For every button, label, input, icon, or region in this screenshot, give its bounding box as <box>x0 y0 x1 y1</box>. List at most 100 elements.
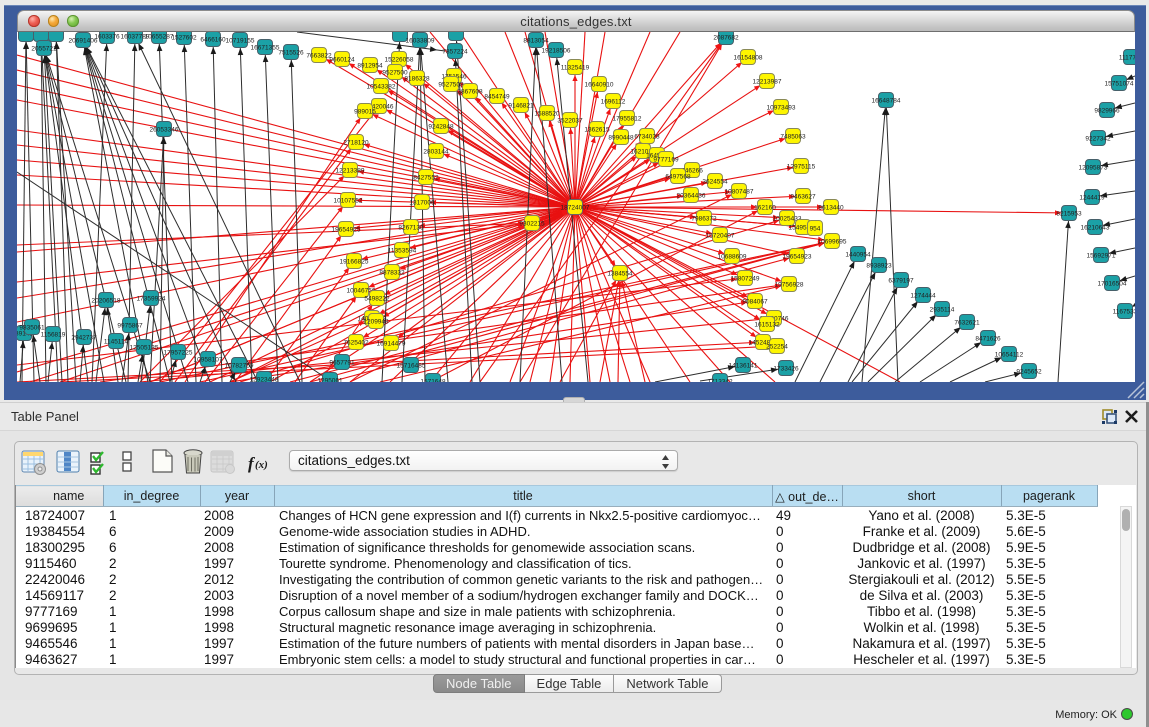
svg-text:12095873: 12095873 <box>1079 165 1108 172</box>
svg-text:17957225: 17957225 <box>164 350 193 357</box>
svg-text:1571648: 1571648 <box>420 379 446 383</box>
svg-text:6466160: 6466160 <box>200 37 226 44</box>
svg-text:6734028: 6734028 <box>634 134 660 141</box>
svg-text:11353594: 11353594 <box>388 248 417 255</box>
svg-text:2942737: 2942737 <box>71 335 97 342</box>
svg-text:9777169: 9777169 <box>653 157 679 164</box>
svg-text:252254: 252254 <box>766 344 788 351</box>
svg-text:1527602: 1527602 <box>171 35 197 42</box>
svg-text:1733426: 1733426 <box>773 366 799 373</box>
svg-text:8267130: 8267130 <box>398 225 424 232</box>
svg-text:9829966: 9829966 <box>1094 108 1120 115</box>
svg-text:10688609: 10688609 <box>718 254 747 261</box>
svg-text:12213987: 12213987 <box>753 79 782 86</box>
svg-text:10107552: 10107552 <box>334 198 363 205</box>
svg-text:16210643: 16210643 <box>1081 225 1110 232</box>
svg-text:7625402: 7625402 <box>343 340 369 347</box>
svg-text:20364436: 20364436 <box>677 193 706 200</box>
svg-text:1156819: 1156819 <box>41 332 66 339</box>
svg-text:17016504: 17016504 <box>1098 281 1127 288</box>
svg-text:15807249: 15807249 <box>731 276 760 283</box>
svg-text:2087682: 2087682 <box>713 35 739 42</box>
svg-text:8454749: 8454749 <box>484 94 510 101</box>
svg-text:19654923: 19654923 <box>783 254 812 261</box>
svg-text:15751074: 15751074 <box>1105 81 1134 88</box>
svg-text:16914479: 16914479 <box>377 341 406 348</box>
svg-text:10654112: 10654112 <box>995 352 1024 359</box>
svg-text:6497568: 6497568 <box>665 174 691 181</box>
svg-text:1603376: 1603376 <box>94 34 120 41</box>
svg-text:12923448: 12923448 <box>250 377 279 383</box>
svg-text:3522037: 3522037 <box>557 118 583 125</box>
svg-text:1713342: 1713342 <box>707 379 733 383</box>
svg-text:15692971: 15692971 <box>1087 253 1116 260</box>
svg-text:10655287: 10655287 <box>145 34 174 41</box>
svg-text:8912954: 8912954 <box>357 63 383 70</box>
svg-text:2935114: 2935114 <box>930 307 955 314</box>
svg-text:15226058: 15226058 <box>385 57 414 64</box>
svg-text:9084067: 9084067 <box>742 299 768 306</box>
svg-text:8471626: 8471626 <box>975 336 1001 343</box>
svg-text:9146821: 9146821 <box>508 103 534 110</box>
svg-text:989015: 989015 <box>354 109 376 116</box>
svg-text:9227342: 9227342 <box>1085 136 1111 143</box>
svg-text:8813054: 8813054 <box>523 38 549 45</box>
svg-text:8427552: 8427552 <box>413 175 439 182</box>
svg-text:15716485: 15716485 <box>397 363 426 370</box>
svg-text:1244419: 1244419 <box>1079 195 1105 202</box>
svg-text:9657791: 9657791 <box>329 360 355 367</box>
svg-text:7632621: 7632621 <box>954 320 980 327</box>
svg-text:10958107: 10958107 <box>194 357 223 364</box>
svg-text:10719155: 10719155 <box>226 38 255 45</box>
svg-text:1317006: 1317006 <box>409 200 435 207</box>
svg-text:9463627: 9463627 <box>790 194 816 201</box>
svg-text:9245652: 9245652 <box>1016 369 1042 376</box>
svg-text:16671355: 16671355 <box>251 45 280 52</box>
svg-text:2055721: 2055721 <box>31 46 57 53</box>
svg-text:1145114: 1145114 <box>104 339 129 346</box>
svg-text:16782759: 16782759 <box>225 363 254 370</box>
svg-text:2718120: 2718120 <box>343 140 369 147</box>
svg-text:10807487: 10807487 <box>725 189 754 196</box>
svg-text:8990448: 8990448 <box>608 135 634 142</box>
svg-text:19166825: 19166825 <box>340 259 369 266</box>
svg-text:7515526: 7515526 <box>278 50 304 57</box>
svg-text:16033809: 16033809 <box>406 38 435 45</box>
svg-text:9613440: 9613440 <box>818 205 844 212</box>
svg-text:2803144: 2803144 <box>423 149 449 156</box>
svg-text:2867608: 2867608 <box>457 89 483 96</box>
svg-text:17955812: 17955812 <box>613 116 642 123</box>
svg-text:12213389: 12213389 <box>336 168 365 175</box>
svg-text:9975867: 9975867 <box>117 323 143 330</box>
svg-text:16640910: 16640910 <box>585 82 614 89</box>
svg-text:9302215: 9302215 <box>519 221 545 228</box>
svg-text:1167533: 1167533 <box>1113 309 1135 316</box>
svg-text:19756928: 19756928 <box>775 282 804 289</box>
svg-text:1384554: 1384554 <box>607 271 633 278</box>
svg-text:9242848: 9242848 <box>428 124 454 131</box>
svg-text:11325419: 11325419 <box>561 65 590 72</box>
svg-text:8186328: 8186328 <box>404 76 430 83</box>
svg-text:1274444: 1274444 <box>910 293 936 300</box>
svg-text:19654925: 19654925 <box>332 227 361 234</box>
svg-text:14136141: 14136141 <box>729 363 758 370</box>
svg-text:1209948: 1209948 <box>363 319 389 326</box>
svg-text:954: 954 <box>810 226 821 233</box>
svg-text:1440954: 1440954 <box>845 252 871 259</box>
svg-text:(x): (x) <box>255 459 268 471</box>
svg-text:3624554: 3624554 <box>702 179 728 186</box>
svg-text:1696112: 1696112 <box>601 99 626 106</box>
svg-text:12975115: 12975115 <box>787 164 816 171</box>
svg-text:12505135: 12505135 <box>130 345 159 352</box>
svg-text:26053346: 26053346 <box>150 127 179 134</box>
svg-text:9660124: 9660124 <box>329 57 355 64</box>
svg-text:1295061: 1295061 <box>317 378 343 383</box>
svg-text:1615132: 1615132 <box>754 322 780 329</box>
svg-text:1588520: 1588520 <box>534 111 560 118</box>
svg-text:7663822: 7663822 <box>306 53 332 60</box>
svg-text:9835061: 9835061 <box>19 325 45 332</box>
svg-text:7485063: 7485063 <box>780 134 806 141</box>
svg-text:15720407: 15720407 <box>706 233 735 240</box>
svg-text:1362615: 1362615 <box>584 127 610 134</box>
svg-text:8215953: 8215953 <box>1056 211 1082 218</box>
